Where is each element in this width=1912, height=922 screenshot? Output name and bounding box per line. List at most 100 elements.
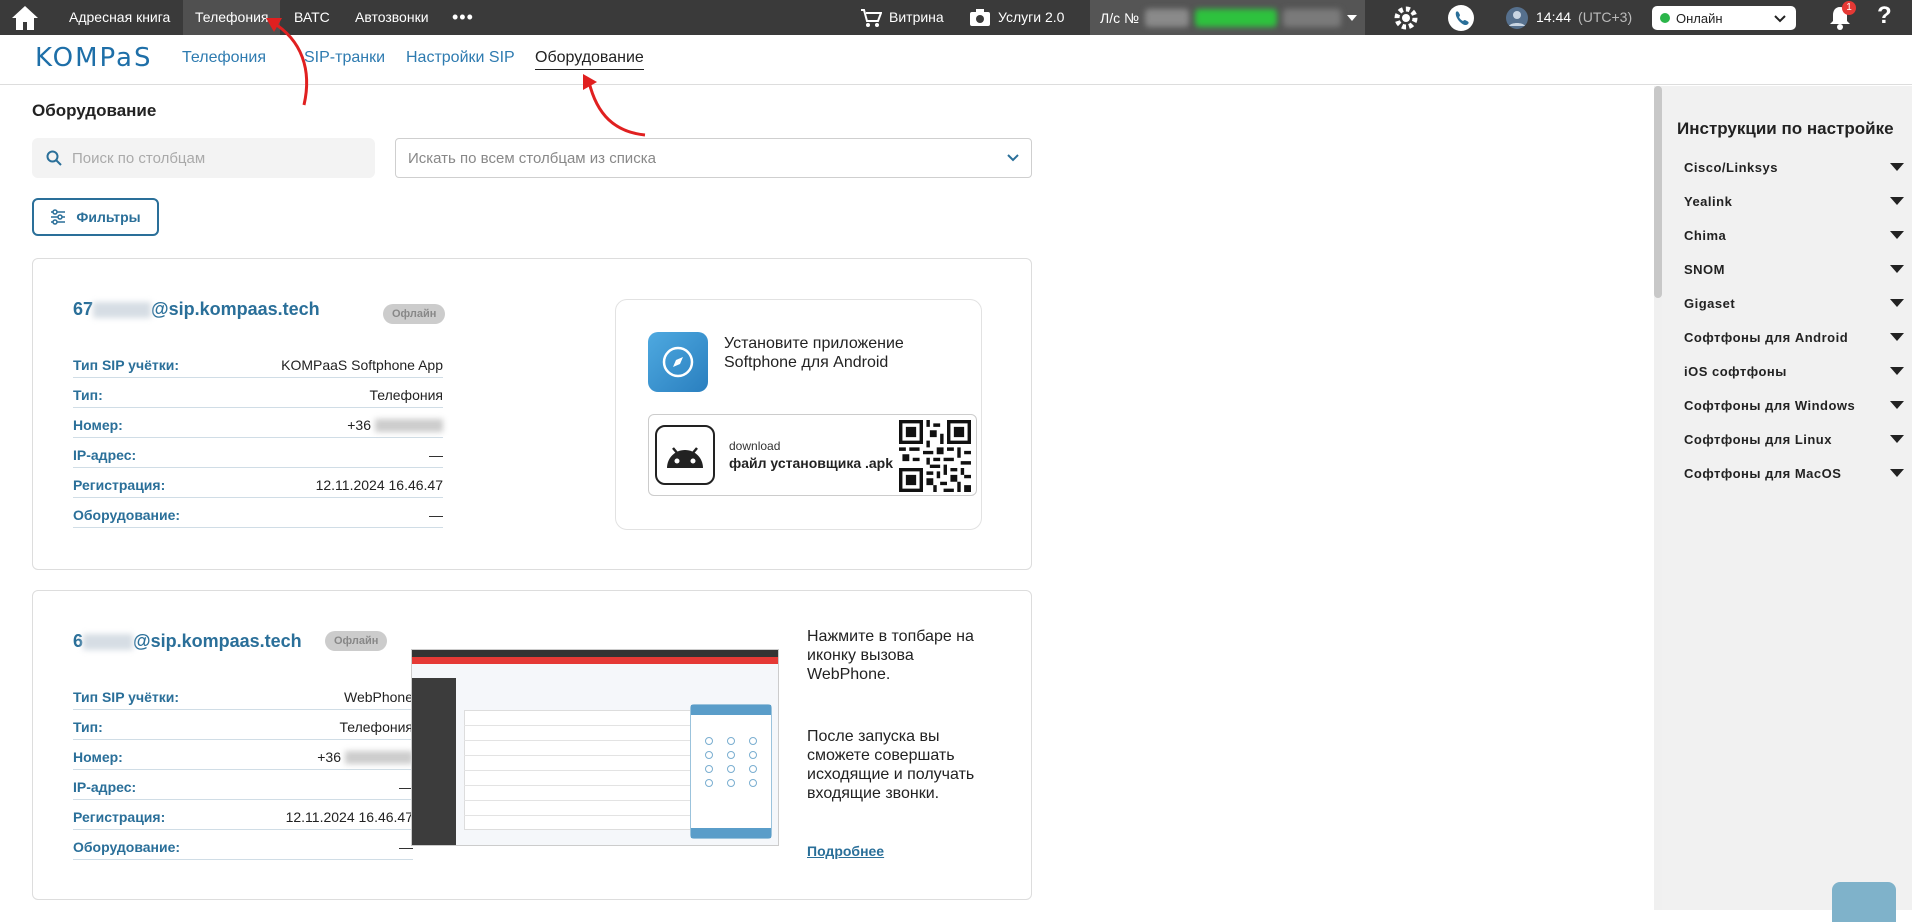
instruction-item[interactable]: Yealink	[1684, 190, 1904, 212]
account-selector[interactable]: Л/с №	[1090, 0, 1365, 35]
chat-widget-button[interactable]	[1832, 882, 1896, 922]
account-extra-blurred	[1283, 8, 1341, 27]
services-link[interactable]: Услуги 2.0	[969, 0, 1064, 35]
services-label: Услуги 2.0	[998, 9, 1065, 25]
status-badge: Офлайн	[383, 304, 446, 324]
instruction-item[interactable]: SNOM	[1684, 258, 1904, 280]
expand-icon	[1890, 469, 1904, 477]
webphone-screenshot	[411, 649, 779, 846]
webphone-call-icon[interactable]	[1447, 4, 1475, 35]
info-row: Тип: Телефония	[73, 382, 443, 408]
scrollbar-thumb[interactable]	[1654, 86, 1662, 298]
equipment-card: 67 @sip.kompaas.tech Офлайн Тип SIP учётк…	[32, 258, 1032, 570]
top-bar: Адресная книга Телефония ВАТС Автозвонки…	[0, 0, 1912, 35]
tab-equipment[interactable]: Оборудование	[535, 49, 644, 70]
sliders-icon	[51, 209, 66, 225]
instruction-item[interactable]: Софтфоны для Windows	[1684, 394, 1904, 416]
search-placeholder: Поиск по столбцам	[72, 149, 206, 167]
timezone: (UTC+3)	[1578, 9, 1633, 25]
tab-telephony[interactable]: Телефония	[182, 49, 266, 67]
expand-icon	[1890, 231, 1904, 239]
instruction-item[interactable]: Chima	[1684, 224, 1904, 246]
expand-icon	[1890, 163, 1904, 171]
chevron-down-icon	[1007, 154, 1019, 162]
info-row: Номер: +36	[73, 412, 443, 438]
select-placeholder: Искать по всем столбцам из списка	[408, 149, 656, 167]
chevron-down-icon	[1347, 14, 1357, 21]
kompaas-logo[interactable]: KOMPaS	[35, 43, 152, 73]
promo-title: Установите приложение Softphone для Andr…	[724, 335, 904, 371]
topnav-vats[interactable]: ВАТС	[282, 0, 342, 35]
expand-icon	[1890, 401, 1904, 409]
clock: 14:44 (UTC+3)	[1505, 0, 1632, 35]
info-row: Оборудование: —	[73, 502, 443, 528]
account-name-blurred	[1195, 8, 1277, 27]
equipment-card: 6 @sip.kompaas.tech Офлайн Тип SIP учётки…	[32, 590, 1032, 900]
instruction-item[interactable]: Софтфоны для MacOS	[1684, 462, 1904, 484]
instruction-item[interactable]: iOS софтфоны	[1684, 360, 1904, 382]
more-menu-button[interactable]: •••	[452, 0, 474, 35]
account-label: Л/с №	[1100, 9, 1139, 26]
sip-account-name[interactable]: 67 @sip.kompaas.tech	[73, 299, 320, 320]
info-row: IP-адрес: —	[73, 774, 413, 800]
apk-file-label: файл установщика .apk	[729, 455, 894, 471]
apk-download-label: download	[729, 439, 781, 453]
online-dot	[1660, 13, 1670, 23]
topnav-address-book[interactable]: Адресная книга	[57, 0, 182, 35]
instruction-item[interactable]: Софтфоны для Android	[1684, 326, 1904, 348]
topnav-telephony[interactable]: Телефония	[183, 0, 281, 35]
instructions-panel: Инструкции по настройке Cisco/Linksys Ye…	[1662, 86, 1912, 910]
column-search-input[interactable]: Поиск по столбцам	[32, 138, 375, 178]
android-icon	[655, 425, 715, 485]
gear-icon[interactable]	[1393, 5, 1419, 34]
scrollbar[interactable]	[1654, 86, 1662, 910]
sub-navigation: KOMPaS Телефония SIP-транки Настройки SI…	[0, 35, 1912, 85]
home-icon[interactable]	[10, 4, 40, 32]
instruction-item[interactable]: Cisco/Linksys	[1684, 156, 1904, 178]
info-row: Регистрация: 12.11.2024 16.46.47	[73, 804, 413, 830]
instruction-item[interactable]: Gigaset	[1684, 292, 1904, 314]
info-row: Регистрация: 12.11.2024 16.46.47	[73, 472, 443, 498]
info-row: IP-адрес: —	[73, 442, 443, 468]
expand-icon	[1890, 435, 1904, 443]
expand-icon	[1890, 265, 1904, 273]
more-link[interactable]: Подробнее	[807, 843, 884, 859]
avatar[interactable]	[1505, 6, 1529, 30]
expand-icon	[1890, 299, 1904, 307]
page-title: Оборудование	[32, 101, 157, 120]
chevron-down-icon	[1774, 15, 1786, 23]
account-number-blurred	[1145, 8, 1189, 27]
time-value: 14:44	[1536, 9, 1572, 25]
instruction-item[interactable]: Софтфоны для Linux	[1684, 428, 1904, 450]
filters-label: Фильтры	[76, 209, 141, 225]
info-row: Оборудование: —	[73, 834, 413, 860]
webphone-instruction: Нажмите в топбаре на иконку вызова WebPh…	[807, 628, 974, 683]
help-icon[interactable]: ?	[1877, 2, 1892, 30]
expand-icon	[1890, 367, 1904, 375]
info-row: Тип: Телефония	[73, 714, 413, 740]
main-content: Оборудование Поиск по столбцам Искать по…	[0, 86, 1655, 910]
filters-button[interactable]: Фильтры	[32, 198, 159, 236]
tab-sip-settings[interactable]: Настройки SIP	[406, 49, 515, 67]
info-row: Тип SIP учётки: KOMPaaS Softphone App	[73, 352, 443, 378]
services-icon	[970, 8, 990, 26]
column-scope-select[interactable]: Искать по всем столбцам из списка	[395, 138, 1032, 178]
vitrina-label: Витрина	[889, 9, 944, 25]
topnav-autocalls[interactable]: Автозвонки	[343, 0, 441, 35]
status-label: Онлайн	[1676, 10, 1723, 26]
status-select[interactable]: Онлайн	[1652, 6, 1796, 30]
search-icon	[46, 150, 62, 166]
android-app-promo: Установите приложение Softphone для Andr…	[615, 299, 982, 530]
apk-download-link[interactable]: download файл установщика .apk	[648, 414, 977, 496]
notification-badge: 1	[1842, 1, 1856, 15]
softphone-app-icon	[648, 332, 708, 392]
qr-code-icon	[899, 420, 971, 492]
info-row: Тип SIP учётки: WebPhone	[73, 684, 413, 710]
status-badge: Офлайн	[325, 631, 388, 651]
info-row: Номер: +36	[73, 744, 413, 770]
tab-sip-trunks[interactable]: SIP-транки	[304, 49, 385, 67]
instructions-title: Инструкции по настройке	[1677, 119, 1894, 138]
sip-account-name[interactable]: 6 @sip.kompaas.tech	[73, 631, 302, 652]
vitrina-link[interactable]: Витрина	[860, 0, 944, 35]
expand-icon	[1890, 197, 1904, 205]
